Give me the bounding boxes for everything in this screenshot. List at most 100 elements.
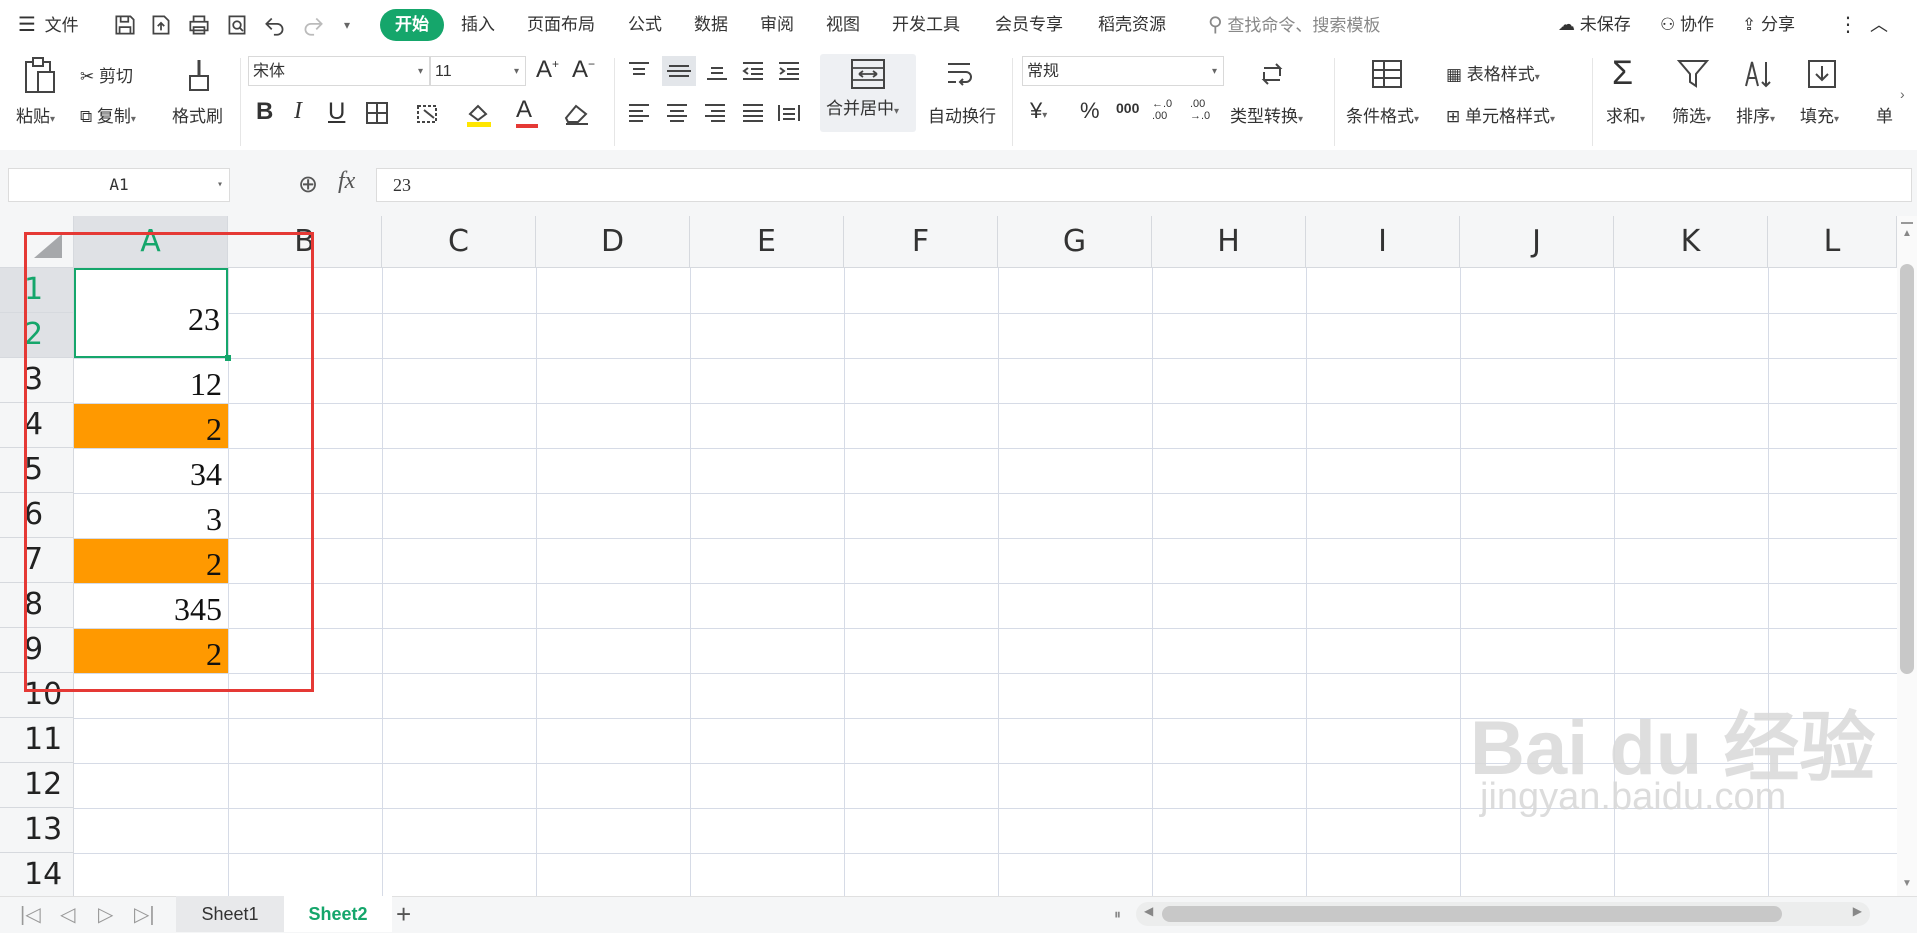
scroll-right-icon[interactable]: ▶ — [1853, 904, 1862, 918]
merge-center-button[interactable]: 合并居中▾ — [820, 54, 916, 132]
type-convert-icon[interactable] — [1256, 58, 1288, 90]
clear-icon[interactable] — [562, 100, 592, 126]
file-menu[interactable]: ☰ 文件 — [18, 0, 79, 50]
font-size-select[interactable]: 11 ▾ — [430, 56, 526, 86]
name-box[interactable]: A1 ▾ — [8, 168, 230, 202]
next-sheet-icon[interactable]: ▷ — [98, 902, 113, 927]
last-sheet-icon[interactable]: ▷| — [134, 902, 155, 927]
justify-icon[interactable] — [740, 102, 766, 124]
share-button[interactable]: ⇪ 分享 — [1742, 0, 1795, 50]
paste-button[interactable]: 粘贴▾ — [16, 102, 55, 127]
increase-font-icon[interactable]: A+ — [536, 56, 559, 84]
filter-icon[interactable] — [1676, 58, 1710, 90]
row-header[interactable]: 12 — [0, 763, 74, 808]
fill-style-icon[interactable] — [414, 100, 444, 126]
thousands-button[interactable]: 000 — [1116, 100, 1139, 116]
split-handle[interactable] — [1901, 222, 1913, 224]
number-format-select[interactable]: 常规 ▾ — [1022, 56, 1224, 86]
horizontal-scrollbar[interactable]: ◀ ▶ — [1136, 902, 1870, 926]
tab-review[interactable]: 审阅 — [760, 0, 794, 50]
italic-button[interactable]: I — [294, 98, 302, 125]
tab-page-layout[interactable]: 页面布局 — [527, 0, 595, 50]
align-bottom-icon[interactable] — [704, 60, 730, 82]
scroll-left-icon[interactable]: ◀ — [1144, 904, 1153, 918]
fill-color-icon[interactable] — [464, 98, 494, 128]
align-center-icon[interactable] — [664, 102, 690, 124]
row-header[interactable]: 14 — [0, 853, 74, 896]
unsaved-status[interactable]: ☁ 未保存 — [1558, 0, 1631, 50]
col-header-c[interactable]: C — [382, 216, 536, 268]
function-button[interactable]: fx — [338, 168, 355, 195]
tab-insert[interactable]: 插入 — [461, 0, 495, 50]
more-icon[interactable]: ⋮ — [1838, 0, 1858, 50]
format-painter-icon[interactable] — [182, 56, 216, 96]
type-convert-button[interactable]: 类型转换▾ — [1230, 102, 1303, 127]
print-preview-icon[interactable] — [224, 12, 250, 38]
row-header[interactable]: 13 — [0, 808, 74, 853]
filter-button[interactable]: 筛选▾ — [1672, 102, 1711, 127]
font-name-select[interactable]: 宋体 ▾ — [248, 56, 430, 86]
bold-button[interactable]: B — [256, 98, 273, 126]
col-header-k[interactable]: K — [1614, 216, 1768, 268]
add-sheet-icon[interactable]: + — [396, 896, 411, 932]
sort-icon[interactable] — [1740, 58, 1774, 90]
percent-button[interactable]: % — [1080, 98, 1100, 124]
print-icon[interactable] — [186, 12, 212, 38]
tab-start[interactable]: 开始 — [380, 9, 444, 41]
col-header-f[interactable]: F — [844, 216, 998, 268]
tab-developer[interactable]: 开发工具 — [892, 0, 960, 50]
collapse-ribbon-icon[interactable]: ︿ — [1870, 0, 1888, 50]
underline-button[interactable]: U — [328, 98, 345, 126]
redo-icon[interactable] — [300, 12, 326, 38]
ribbon-scroll-right-icon[interactable]: › — [1900, 86, 1905, 102]
fill-down-icon[interactable] — [1806, 58, 1838, 90]
wrap-text-button[interactable]: 自动换行 — [928, 102, 996, 127]
fill-button[interactable]: 填充▾ — [1800, 102, 1839, 127]
col-header-d[interactable]: D — [536, 216, 690, 268]
col-header-g[interactable]: G — [998, 216, 1152, 268]
collab-button[interactable]: ⚇ 协作 — [1660, 0, 1714, 50]
single-button[interactable]: 单 — [1876, 102, 1893, 127]
paste-icon[interactable] — [22, 56, 58, 96]
scroll-down-icon[interactable]: ▼ — [1902, 878, 1912, 889]
indent-decrease-icon[interactable] — [740, 60, 766, 82]
table-style-button[interactable]: ▦ 表格样式▾ — [1446, 60, 1540, 85]
sheet-tab-sheet2[interactable]: Sheet2 — [284, 896, 392, 932]
decrease-decimal-button[interactable]: .00 →.0 — [1190, 98, 1210, 122]
copy-button[interactable]: ⧉ 复制▾ — [80, 102, 136, 127]
cut-button[interactable]: ✂ 剪切 — [80, 62, 133, 87]
cell-style-button[interactable]: ⊞ 单元格样式▾ — [1446, 102, 1555, 127]
zoom-formula-icon[interactable]: ⊕ — [298, 170, 318, 199]
distribute-icon[interactable] — [776, 102, 802, 124]
font-color-icon[interactable]: A — [516, 96, 538, 128]
border-icon[interactable] — [364, 100, 390, 126]
indent-increase-icon[interactable] — [776, 60, 802, 82]
align-middle-icon[interactable] — [662, 56, 696, 86]
first-sheet-icon[interactable]: |◁ — [20, 902, 41, 927]
align-right-icon[interactable] — [702, 102, 728, 124]
prev-sheet-icon[interactable]: ◁ — [60, 902, 75, 927]
save-icon[interactable] — [112, 12, 138, 38]
col-header-i[interactable]: I — [1306, 216, 1460, 268]
quick-access-dropdown-icon[interactable]: ▾ — [344, 0, 350, 50]
formula-input[interactable]: 23 — [376, 168, 1912, 202]
undo-icon[interactable] — [262, 12, 288, 38]
align-top-icon[interactable] — [626, 60, 652, 82]
scroll-up-icon[interactable]: ▲ — [1902, 228, 1912, 239]
align-left-icon[interactable] — [626, 102, 652, 124]
vertical-scrollbar[interactable]: ▲ ▼ — [1897, 216, 1917, 896]
tab-docer[interactable]: 稻壳资源 — [1098, 0, 1166, 50]
sheet-tab-sheet1[interactable]: Sheet1 — [176, 896, 284, 932]
col-header-l[interactable]: L — [1768, 216, 1897, 268]
conditional-format-button[interactable]: 条件格式▾ — [1346, 102, 1419, 127]
vertical-scroll-thumb[interactable] — [1900, 264, 1914, 674]
format-painter-button[interactable]: 格式刷 — [172, 102, 223, 127]
horizontal-scroll-thumb[interactable] — [1162, 906, 1782, 922]
wrap-text-icon[interactable] — [944, 58, 980, 90]
col-header-j[interactable]: J — [1460, 216, 1614, 268]
col-header-e[interactable]: E — [690, 216, 844, 268]
search-box[interactable]: ⚲ 查找命令、搜索模板 — [1208, 0, 1380, 50]
currency-button[interactable]: ¥▾ — [1030, 98, 1047, 124]
sum-icon[interactable]: Σ — [1612, 54, 1633, 93]
sum-button[interactable]: 求和▾ — [1606, 102, 1645, 127]
